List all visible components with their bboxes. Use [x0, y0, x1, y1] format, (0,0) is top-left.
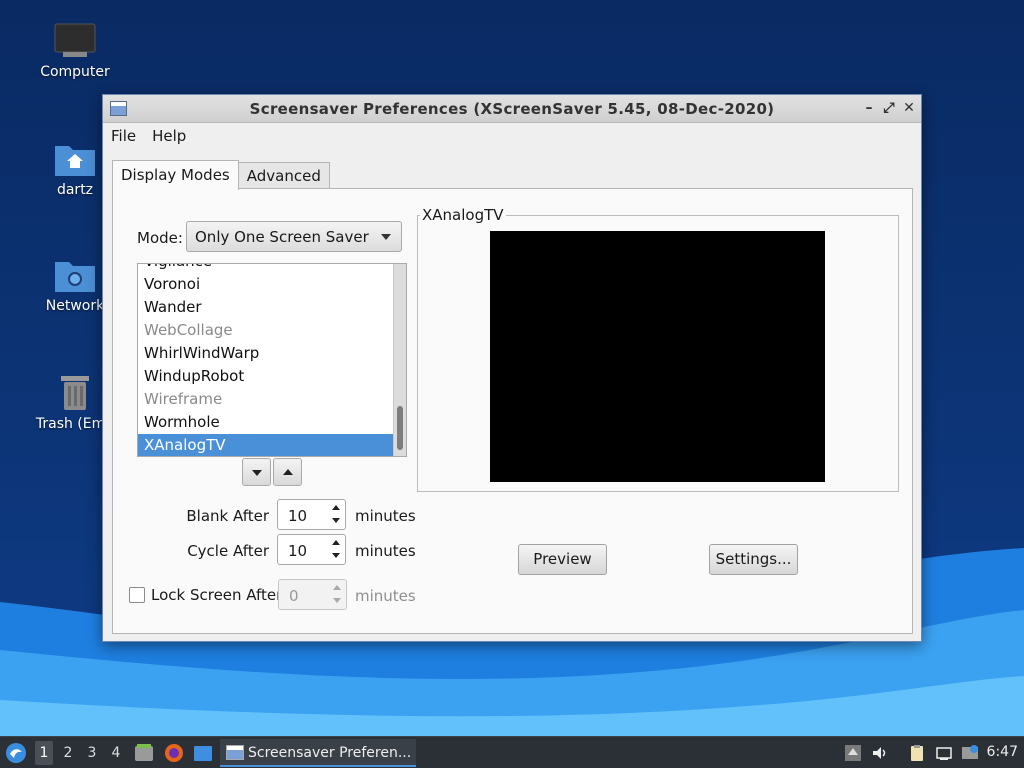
workspace-1[interactable]: 1	[35, 741, 53, 765]
scrollbar-thumb[interactable]	[397, 406, 403, 450]
blank-after-value: 10	[288, 507, 308, 525]
cycle-after-value: 10	[288, 542, 308, 560]
cycle-after-spinner[interactable]: 10	[277, 534, 346, 565]
file-manager-icon[interactable]	[134, 743, 154, 763]
trash-icon	[61, 376, 89, 410]
window-title: Screensaver Preferences (XScreenSaver 5.…	[249, 100, 775, 118]
chevron-down-icon	[381, 234, 391, 240]
taskbar-task-label: Screensaver Preferen...	[248, 745, 412, 761]
display-modes-panel: Mode: Only One Screen Saver VigilanceVor…	[112, 188, 913, 634]
screensaver-list[interactable]: VigilanceVoronoiWanderWebCollageWhirlWin…	[137, 263, 407, 457]
minimize-button[interactable]: –	[861, 100, 877, 116]
clock[interactable]: 6:47	[987, 744, 1018, 760]
workspace-3[interactable]: 3	[83, 745, 101, 761]
desktop-icon-label: Computer	[40, 64, 110, 80]
list-item[interactable]: Voronoi	[138, 273, 394, 296]
preview-button[interactable]: Preview	[518, 544, 607, 575]
menubar: File Help	[103, 123, 921, 149]
blank-after-units: minutes	[355, 507, 416, 525]
window-app-icon	[226, 745, 244, 760]
preview-title: XAnalogTV	[420, 206, 506, 224]
previous-saver-button[interactable]	[273, 458, 302, 486]
blank-after-spinner[interactable]: 10	[277, 499, 346, 530]
list-item[interactable]: WindupRobot	[138, 365, 394, 388]
notification-icon[interactable]	[961, 744, 979, 762]
list-item[interactable]: WhirlWindWarp	[138, 342, 394, 365]
menu-help[interactable]: Help	[152, 127, 186, 145]
next-saver-button[interactable]	[242, 458, 271, 486]
settings-button[interactable]: Settings...	[709, 544, 798, 575]
list-item[interactable]: Wormhole	[138, 411, 394, 434]
cycle-after-label: Cycle After	[187, 542, 269, 560]
lock-screen-checkbox[interactable]	[129, 587, 145, 603]
list-item[interactable]: Wander	[138, 296, 394, 319]
menu-file[interactable]: File	[111, 127, 136, 145]
increment-button	[328, 580, 346, 595]
window-titlebar[interactable]: Screensaver Preferences (XScreenSaver 5.…	[103, 95, 921, 123]
desktop-icon-computer[interactable]: Computer	[27, 22, 123, 80]
preview-screen	[490, 231, 825, 482]
list-item[interactable]: Wireframe	[138, 388, 394, 411]
tab-display-modes[interactable]: Display Modes	[112, 160, 239, 190]
volume-icon[interactable]	[871, 744, 889, 762]
list-scrollbar[interactable]	[393, 264, 406, 456]
arrow-up-icon	[283, 469, 293, 475]
increment-button[interactable]	[327, 535, 345, 550]
taskbar-task-screensaver[interactable]: Screensaver Preferen...	[220, 739, 416, 767]
firefox-icon[interactable]	[164, 743, 184, 763]
decrement-button	[328, 594, 346, 609]
cycle-after-units: minutes	[355, 542, 416, 560]
blank-after-label: Blank After	[186, 507, 269, 525]
lock-screen-value: 0	[289, 587, 299, 605]
workspace-4[interactable]: 4	[107, 745, 125, 761]
list-item[interactable]: Vigilance	[138, 264, 394, 273]
list-item[interactable]: WebCollage	[138, 319, 394, 342]
decrement-button[interactable]	[327, 514, 345, 529]
start-menu-icon[interactable]	[5, 742, 27, 764]
computer-icon	[54, 23, 96, 57]
updates-icon[interactable]	[844, 744, 862, 762]
tab-advanced[interactable]: Advanced	[237, 162, 330, 190]
mode-select-value: Only One Screen Saver	[195, 228, 369, 246]
home-folder-icon	[55, 146, 95, 176]
lock-screen-spinner: 0	[278, 579, 347, 610]
close-button[interactable]: ✕	[901, 100, 917, 116]
tab-bar: Display Modes Advanced	[112, 160, 330, 190]
lock-screen-label[interactable]: Lock Screen After	[151, 586, 282, 604]
decrement-button[interactable]	[327, 549, 345, 564]
arrow-down-icon	[252, 470, 262, 476]
network-icon[interactable]	[935, 744, 953, 762]
mode-select[interactable]: Only One Screen Saver	[186, 221, 402, 252]
lock-screen-units: minutes	[355, 587, 416, 605]
increment-button[interactable]	[327, 500, 345, 515]
mode-label: Mode:	[137, 229, 183, 247]
taskbar: 1 2 3 4 Screensaver Preferen... 6:47	[0, 736, 1024, 768]
screensaver-preferences-window: Screensaver Preferences (XScreenSaver 5.…	[102, 94, 922, 642]
list-item[interactable]: XAnalogTV	[138, 434, 394, 456]
network-folder-icon	[55, 262, 95, 292]
show-desktop-icon[interactable]	[193, 743, 213, 763]
clipboard-icon[interactable]	[908, 744, 926, 762]
workspace-2[interactable]: 2	[59, 745, 77, 761]
maximize-button[interactable]: ⤢	[881, 100, 897, 116]
